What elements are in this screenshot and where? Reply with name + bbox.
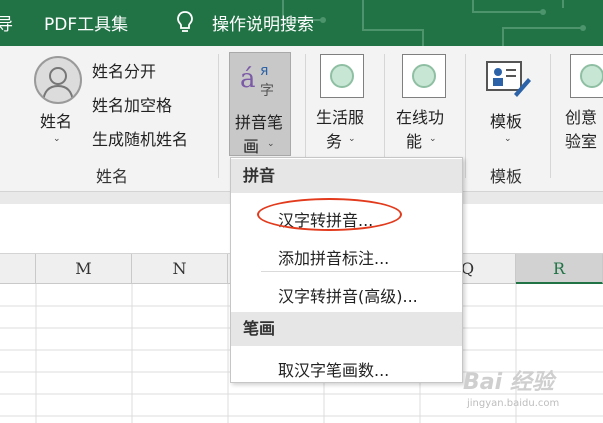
- menu-item-hanzi-to-pinyin-advanced[interactable]: 汉字转拼音(高级)...: [278, 283, 418, 307]
- chevron-down-icon[interactable]: ⌄: [429, 134, 437, 144]
- pinyin-button-label-2: 画: [243, 137, 260, 156]
- group-label-name: 姓名: [96, 167, 129, 186]
- column-header-n[interactable]: N: [132, 254, 228, 284]
- lightbulb-icon[interactable]: [176, 10, 194, 36]
- watermark-url: jingyan.baidu.com: [467, 398, 560, 409]
- online-function-icon[interactable]: [402, 54, 446, 98]
- menu-item-stroke-count[interactable]: 取汉字笔画数...: [278, 357, 389, 381]
- group-label-template: 模板: [490, 167, 523, 186]
- highlight-ellipse: [257, 198, 402, 231]
- svg-text:я: я: [260, 63, 268, 79]
- ribbon-divider: [465, 54, 466, 178]
- section-header-pinyin: 拼音: [231, 159, 462, 193]
- life-service-icon[interactable]: [320, 54, 364, 98]
- life-service-label-2[interactable]: 务: [326, 128, 342, 152]
- creative-lab-label-2[interactable]: 验室: [565, 128, 597, 152]
- help-search[interactable]: 操作说明搜索: [212, 10, 314, 35]
- tab-pdf-tools[interactable]: PDF工具集: [44, 10, 128, 35]
- column-header-m[interactable]: M: [36, 254, 132, 284]
- tab-partial[interactable]: 导: [0, 10, 13, 35]
- life-service-label-1[interactable]: 生活服: [316, 104, 364, 128]
- random-name-button[interactable]: 生成随机姓名: [92, 126, 188, 150]
- chevron-down-icon[interactable]: ⌄: [504, 134, 512, 144]
- pinyin-dropdown-menu: 拼音 汉字转拼音... 添加拼音标注... 汉字转拼音(高级)... 笔画 取汉…: [230, 157, 463, 383]
- menu-divider: [261, 271, 461, 272]
- person-icon[interactable]: [34, 56, 82, 104]
- creative-lab-label-1[interactable]: 创意: [565, 104, 597, 128]
- svg-text:á: á: [240, 64, 256, 94]
- template-icon[interactable]: [484, 58, 532, 98]
- chevron-down-icon: ⌄: [267, 139, 275, 149]
- title-bar: 导 PDF工具集 操作说明搜索: [0, 0, 603, 46]
- pinyin-button-label-1: 拼音笔: [235, 113, 284, 132]
- watermark-logo: Bai 经验: [463, 370, 554, 395]
- ribbon-divider: [550, 54, 551, 178]
- menu-item-add-pinyin-annotation[interactable]: 添加拼音标注...: [278, 245, 389, 269]
- name-split-button[interactable]: 姓名分开: [92, 58, 156, 82]
- online-function-label-1[interactable]: 在线功: [396, 104, 444, 128]
- online-function-label-2[interactable]: 能: [406, 128, 422, 152]
- ribbon-divider: [218, 54, 219, 178]
- baidu-watermark: Bai 经验 jingyan.baidu.com: [463, 360, 603, 420]
- pinyin-stroke-button[interactable]: á я 字 拼音笔 画 ⌄: [229, 52, 291, 156]
- creative-lab-icon[interactable]: [570, 54, 603, 98]
- pinyin-icon: á я 字: [240, 63, 274, 99]
- name-add-space-button[interactable]: 姓名加空格: [92, 92, 172, 116]
- column-header-partial[interactable]: [0, 254, 36, 284]
- column-header-r[interactable]: R: [516, 254, 603, 284]
- svg-text:字: 字: [260, 83, 274, 99]
- name-button-label[interactable]: 姓名: [40, 108, 72, 132]
- chevron-down-icon[interactable]: ⌄: [348, 134, 356, 144]
- template-button-label[interactable]: 模板: [490, 108, 522, 132]
- chevron-down-icon[interactable]: ⌄: [53, 134, 61, 144]
- section-header-stroke: 笔画: [231, 312, 462, 346]
